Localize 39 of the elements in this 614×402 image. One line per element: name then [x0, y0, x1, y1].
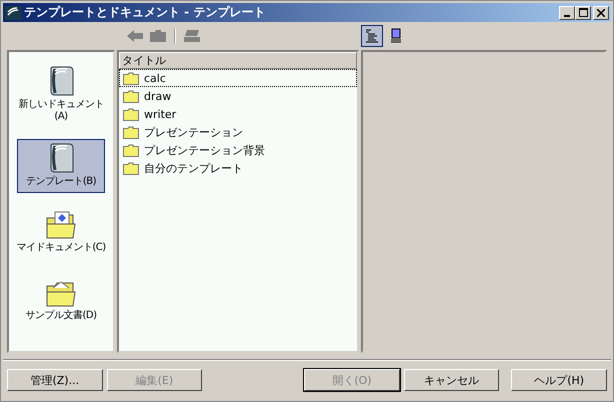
sidebar-item[interactable]: 新しいドキュメント(A) — [11, 62, 111, 125]
dialog-button[interactable]: 管理(Z)... — [7, 369, 103, 391]
column-header[interactable]: タイトル — [119, 52, 357, 69]
folder-icon — [123, 108, 139, 120]
folder-item[interactable]: プレゼンテーション — [119, 123, 357, 141]
close-button[interactable] — [593, 6, 609, 20]
folder-icon — [123, 162, 139, 174]
page-icon — [389, 28, 403, 44]
window-title: テンプレートとドキュメント - テンプレート — [24, 4, 266, 21]
minimize-icon — [564, 14, 570, 16]
sidebar-item[interactable]: マイドキュメント(C) — [11, 207, 111, 261]
sidebar-label: テンプレート(B) — [26, 174, 96, 188]
arrow-icon — [126, 28, 144, 44]
sidebar-label: マイドキュメント(C) — [16, 241, 106, 254]
maximize-button[interactable] — [575, 6, 591, 20]
folder-item[interactable]: calc — [119, 69, 357, 87]
folder-item[interactable]: draw — [119, 87, 357, 105]
dialog-button[interactable]: キャンセル — [404, 369, 500, 391]
sidebar-label: サンプル文書(D) — [25, 308, 96, 322]
folder-icon — [123, 90, 139, 102]
maximize-icon — [578, 8, 588, 17]
folder-item[interactable]: 自分のテンプレート — [119, 159, 357, 177]
folder-item[interactable]: プレゼンテーション背景 — [119, 141, 357, 159]
printer-icon — [183, 28, 201, 44]
app-icon — [5, 6, 21, 20]
dialog-button[interactable]: ヘルプ(H) — [511, 369, 607, 391]
folder-item[interactable]: writer — [119, 105, 357, 123]
folder-icon — [123, 126, 139, 138]
list-icon — [365, 28, 379, 44]
list-view-button[interactable] — [361, 25, 383, 47]
folder-icon — [149, 28, 167, 44]
folder-icon — [123, 72, 139, 84]
close-icon — [597, 8, 605, 16]
sidebar-item[interactable]: テンプレート(B) — [17, 139, 105, 193]
minimize-button[interactable] — [559, 6, 575, 20]
folder-icon — [45, 210, 77, 240]
sidebar-label: 新しいドキュメント(A) — [17, 98, 105, 122]
folder-icon — [123, 144, 139, 156]
sidebar-item[interactable]: サンプル文書(D) — [11, 275, 111, 329]
